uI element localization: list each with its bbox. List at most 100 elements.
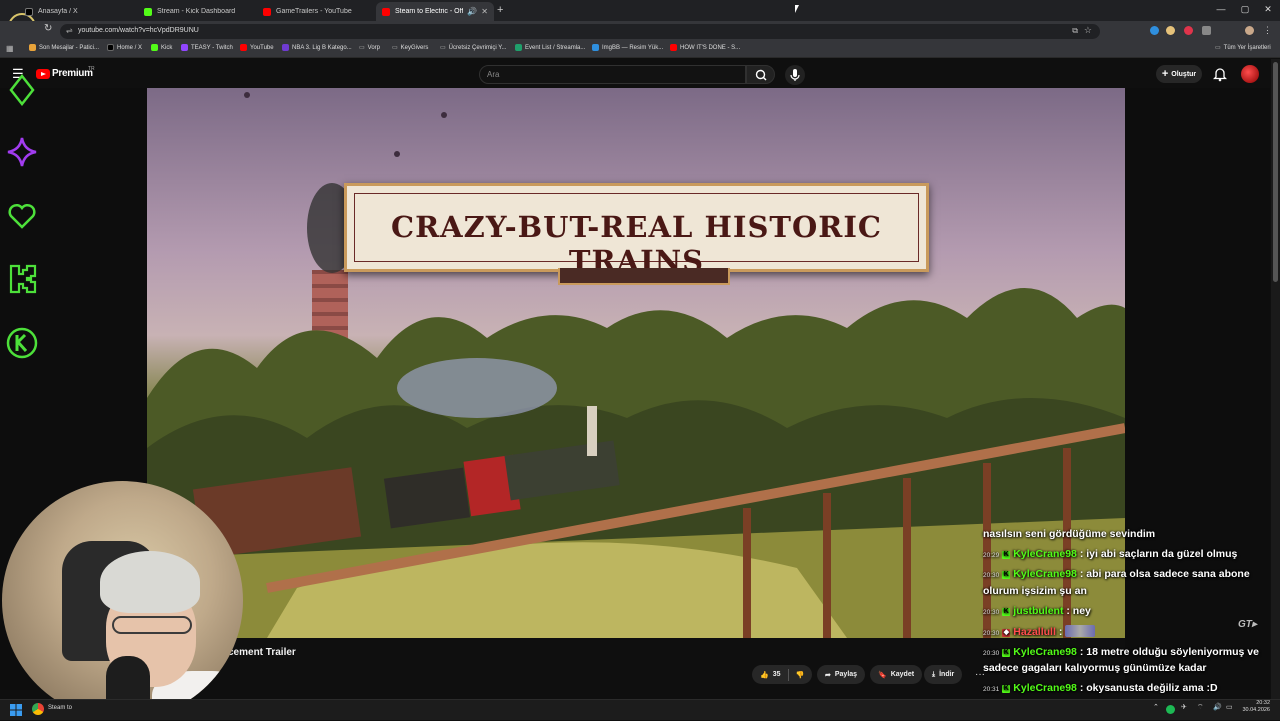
kick-icon <box>144 7 152 16</box>
youtube-icon <box>670 44 677 51</box>
like-count: 35 <box>772 671 781 678</box>
kick-badge-icon: K <box>1002 685 1011 693</box>
folder-icon: ▭ <box>440 45 446 51</box>
bookmark-item[interactable]: Home / X <box>107 44 142 51</box>
like-dislike-group[interactable]: 👍 35 👎 <box>752 665 813 684</box>
star-icon[interactable]: ☆ <box>1084 25 1092 36</box>
taskbar-app-label[interactable]: Steam to <box>48 705 72 711</box>
bookmark-item[interactable]: Event List / Streamla... <box>515 44 585 51</box>
chat-emote <box>1065 625 1096 637</box>
download-icon: ⤓ <box>932 670 936 678</box>
all-bookmarks[interactable]: ▭ Tüm Yer İşaretleri <box>1215 44 1271 52</box>
bookmark-item[interactable]: YouTube <box>240 44 274 51</box>
battery-icon[interactable]: ▭ <box>1226 703 1233 711</box>
youtube-premium-label[interactable]: Premium <box>52 68 93 79</box>
kick-circle-icon <box>6 327 38 359</box>
minimize-button[interactable]: — <box>1210 4 1232 14</box>
search-icon <box>755 69 767 81</box>
extension-icon[interactable] <box>1150 26 1159 35</box>
scrollbar-thumb[interactable] <box>1273 62 1278 282</box>
bookmark-item[interactable]: TEASY - Twitch <box>181 44 233 51</box>
thumbs-down-icon[interactable]: 👎 <box>796 671 805 679</box>
bookmark-item[interactable]: ImgBB — Resim Yük... <box>592 44 663 51</box>
tab-steam-to-electric[interactable]: Steam to Electric - Official ... 🔊 ✕ <box>376 2 494 21</box>
address-bar[interactable]: ⇌ youtube.com/watch?v=hcVpdDR9UNU ⧉ ☆ <box>60 24 1100 39</box>
download-button[interactable]: ⤓ İndir <box>924 665 963 684</box>
voice-search-button[interactable] <box>785 65 805 85</box>
volume-icon[interactable]: 🔊 <box>1213 703 1222 711</box>
maximize-button[interactable]: ▢ <box>1234 4 1256 15</box>
shield-badge-icon: ◆ <box>1002 629 1011 637</box>
reload-icon[interactable]: ↻ <box>44 23 52 34</box>
chrome-taskbar-icon[interactable] <box>32 703 44 715</box>
thumbs-up-icon[interactable]: 👍 <box>760 671 769 679</box>
spotify-tray-icon[interactable] <box>1166 705 1175 714</box>
bookmark-icon: 🔖 <box>878 671 887 679</box>
bookmark-folder[interactable]: ▭ Vorp <box>359 44 380 52</box>
kick-icon <box>151 44 158 51</box>
folder-icon: ▭ <box>359 45 365 51</box>
video-title: cement Trailer <box>228 647 296 658</box>
bookmark-icon <box>282 44 289 51</box>
tab-gametrailers[interactable]: GameTrailers - YouTube ✕ <box>257 2 394 21</box>
kick-badge-icon: K <box>1002 551 1011 559</box>
extensions-puzzle-icon[interactable] <box>1202 26 1211 35</box>
chat-message: 20:31 K KyleCrane98 : okysanusta değiliz a… <box>983 682 1218 694</box>
divider <box>787 668 789 681</box>
kebab-menu-icon[interactable]: ⋮ <box>1263 25 1272 36</box>
extension-icon[interactable] <box>1184 26 1193 35</box>
apps-grid-icon[interactable]: ▦ <box>6 44 14 53</box>
share-button[interactable]: ➦ Paylaş <box>817 665 866 684</box>
kick-k-icon <box>9 264 37 294</box>
create-button[interactable]: + Oluştur <box>1156 65 1202 83</box>
extension-icon[interactable] <box>1166 26 1175 35</box>
video-scene <box>147 92 1125 638</box>
windows-logo-icon <box>10 704 22 716</box>
wifi-icon[interactable]: ⌔ <box>1197 703 1204 712</box>
heart-icon <box>8 203 36 229</box>
chat-message: 20:30 Kjustbulent : ney <box>983 605 1091 617</box>
diamond-icon <box>9 74 35 106</box>
windows-start-icon[interactable] <box>10 703 22 716</box>
bookmark-folder[interactable]: ▭ KeyGivers <box>392 44 428 52</box>
search-button[interactable] <box>746 65 775 84</box>
video-player[interactable] <box>147 88 1125 638</box>
url-text: youtube.com/watch?v=hcVpdDR9UNU <box>78 27 199 34</box>
microphone-icon <box>790 69 800 81</box>
title-card-tab <box>558 268 730 285</box>
webcam-feed <box>2 481 243 720</box>
cast-icon[interactable]: ⧉ <box>1072 26 1078 36</box>
bookmark-item[interactable]: Son Mesajlar - Patici... <box>29 44 99 51</box>
speaker-icon[interactable]: 🔊 <box>467 7 477 16</box>
bookmark-item[interactable]: HOW IT'S DONE - S... <box>670 44 740 51</box>
bookmark-item[interactable]: Kick <box>151 44 172 51</box>
streamer-glasses <box>112 616 192 634</box>
network-icon[interactable]: ✈ <box>1181 703 1187 711</box>
bookmark-item[interactable]: NBA 3. Lig B Katego... <box>282 44 352 51</box>
search-input[interactable]: Ara <box>479 65 746 84</box>
save-button[interactable]: 🔖 Kaydet <box>870 665 923 684</box>
site-info-icon[interactable]: ⇌ <box>66 26 73 35</box>
tab-kick-dashboard[interactable]: Stream - Kick Dashboard ✕ <box>138 2 275 21</box>
tab-title: Anasayfa / X <box>38 8 78 15</box>
video-title-card: CRAZY-BUT-REAL HISTORIC TRAINS <box>344 183 929 278</box>
mouse-cursor-icon <box>795 5 799 13</box>
close-icon[interactable]: ✕ <box>481 7 488 16</box>
new-tab-button[interactable]: + <box>497 4 503 16</box>
tab-x-home[interactable]: Anasayfa / X ✕ <box>19 2 156 21</box>
tab-title: Stream - Kick Dashboard <box>157 8 236 15</box>
taskbar-clock[interactable]: 20:32 30.04.2026 <box>1242 700 1270 714</box>
tab-title: Steam to Electric - Official ... <box>395 8 464 15</box>
profile-avatar[interactable] <box>1245 26 1254 35</box>
folder-icon: ▭ <box>1215 45 1221 51</box>
close-window-button[interactable]: ✕ <box>1257 4 1279 15</box>
notifications-button[interactable] <box>1212 66 1228 87</box>
bell-icon <box>1212 68 1228 82</box>
kick-badge-icon: K <box>1002 571 1011 579</box>
chevron-up-icon[interactable]: ⌃ <box>1153 703 1159 711</box>
account-avatar[interactable] <box>1241 65 1259 83</box>
chat-message: 20:30 ◆ Hazallull : <box>983 625 1273 641</box>
youtube-logo-icon[interactable] <box>36 69 50 79</box>
bookmark-folder[interactable]: ▭ Ücretsiz Çevrimiçi Y... <box>440 44 506 52</box>
bookmark-icon <box>592 44 599 51</box>
